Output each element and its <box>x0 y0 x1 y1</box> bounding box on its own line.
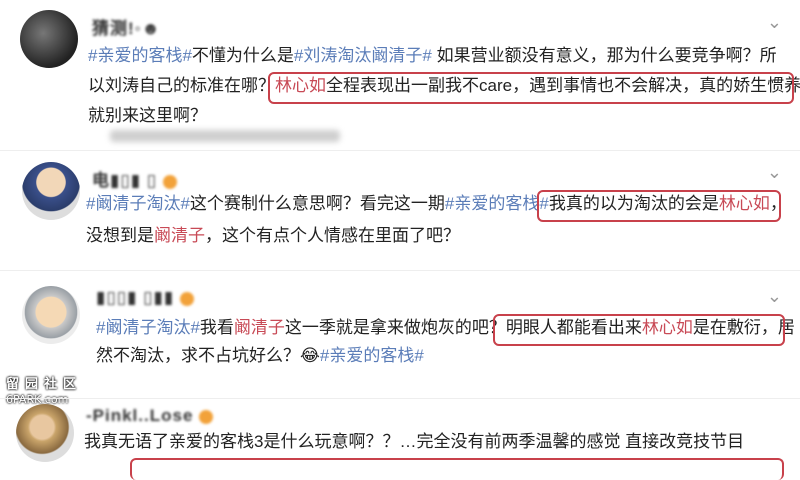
username[interactable]: ▮▯▯▮ ▯▮▮ <box>96 288 195 308</box>
verified-badge-icon <box>199 409 214 424</box>
hashtag-link[interactable]: #阚清子淘汰# <box>86 194 190 213</box>
laughing-emoji-icon: 😂 <box>300 346 320 365</box>
post-1: 猜测!◦☻ ⌄ #亲爱的客栈#不懂为什么是#刘涛淘汰阚清子# 如果营业额没有意义… <box>0 0 800 145</box>
highlight-box <box>537 190 781 222</box>
hashtag-link[interactable]: #刘涛淘汰阚清子# <box>294 46 432 65</box>
username[interactable]: 猜测!◦☻ <box>92 14 161 39</box>
highlight-box <box>268 72 794 104</box>
divider <box>0 150 800 151</box>
highlight-box <box>130 458 784 480</box>
avatar[interactable] <box>16 404 74 462</box>
chevron-down-icon[interactable]: ⌄ <box>767 162 782 183</box>
divider <box>0 270 800 271</box>
post-text-line: #亲爱的客栈#不懂为什么是#刘涛淘汰阚清子# 如果营业额没有意义，那为什么要竞争… <box>88 46 777 65</box>
post-4: -Pinkl..Lose 我真无语了亲爱的客栈3是什么玩意啊？？…完全没有前两季… <box>0 398 800 480</box>
verified-badge-icon <box>163 174 178 189</box>
hashtag-link[interactable]: #亲爱的客栈# <box>88 46 192 65</box>
hashtag-link[interactable]: #亲爱的客栈# <box>445 194 549 213</box>
post-3: ▮▯▯▮ ▯▮▮ ⌄ #阚清子淘汰#我看阚清子这一季就是拿来做炮灰的吧？明眼人都… <box>0 276 800 396</box>
avatar[interactable] <box>20 10 78 68</box>
post-text-line: 我真无语了亲爱的客栈3是什么玩意啊？？…完全没有前两季温馨的感觉 直接改竞技节目 <box>84 432 745 451</box>
hashtag-link[interactable]: #阚清子淘汰# <box>96 318 200 337</box>
post-text-line: 就别来这里啊？ <box>88 106 207 125</box>
name-highlight: 阚清子 <box>233 318 285 337</box>
avatar[interactable] <box>22 286 80 344</box>
username[interactable]: 电▮▯▮ ▯ <box>92 166 178 191</box>
post-2: 电▮▯▮ ▯ ⌄ #阚清子淘汰#这个赛制什么意思啊？看完这一期#亲爱的客栈#我真… <box>0 152 800 272</box>
chevron-down-icon[interactable]: ⌄ <box>767 12 782 33</box>
highlight-box <box>493 314 785 346</box>
verified-badge-icon <box>180 291 195 306</box>
post-text-line: 然不淘汰，求不占坑好么？😂#亲爱的客栈# <box>96 346 424 365</box>
hashtag-link[interactable]: #亲爱的客栈# <box>320 346 424 365</box>
name-highlight: 阚清子 <box>154 226 205 245</box>
chevron-down-icon[interactable]: ⌄ <box>767 286 782 307</box>
avatar[interactable] <box>22 162 80 220</box>
username[interactable]: -Pinkl..Lose <box>86 406 214 426</box>
blurred-text <box>110 130 340 142</box>
post-text-line: 没想到是阚清子，这个有点个人情感在里面了吧？ <box>86 226 460 245</box>
